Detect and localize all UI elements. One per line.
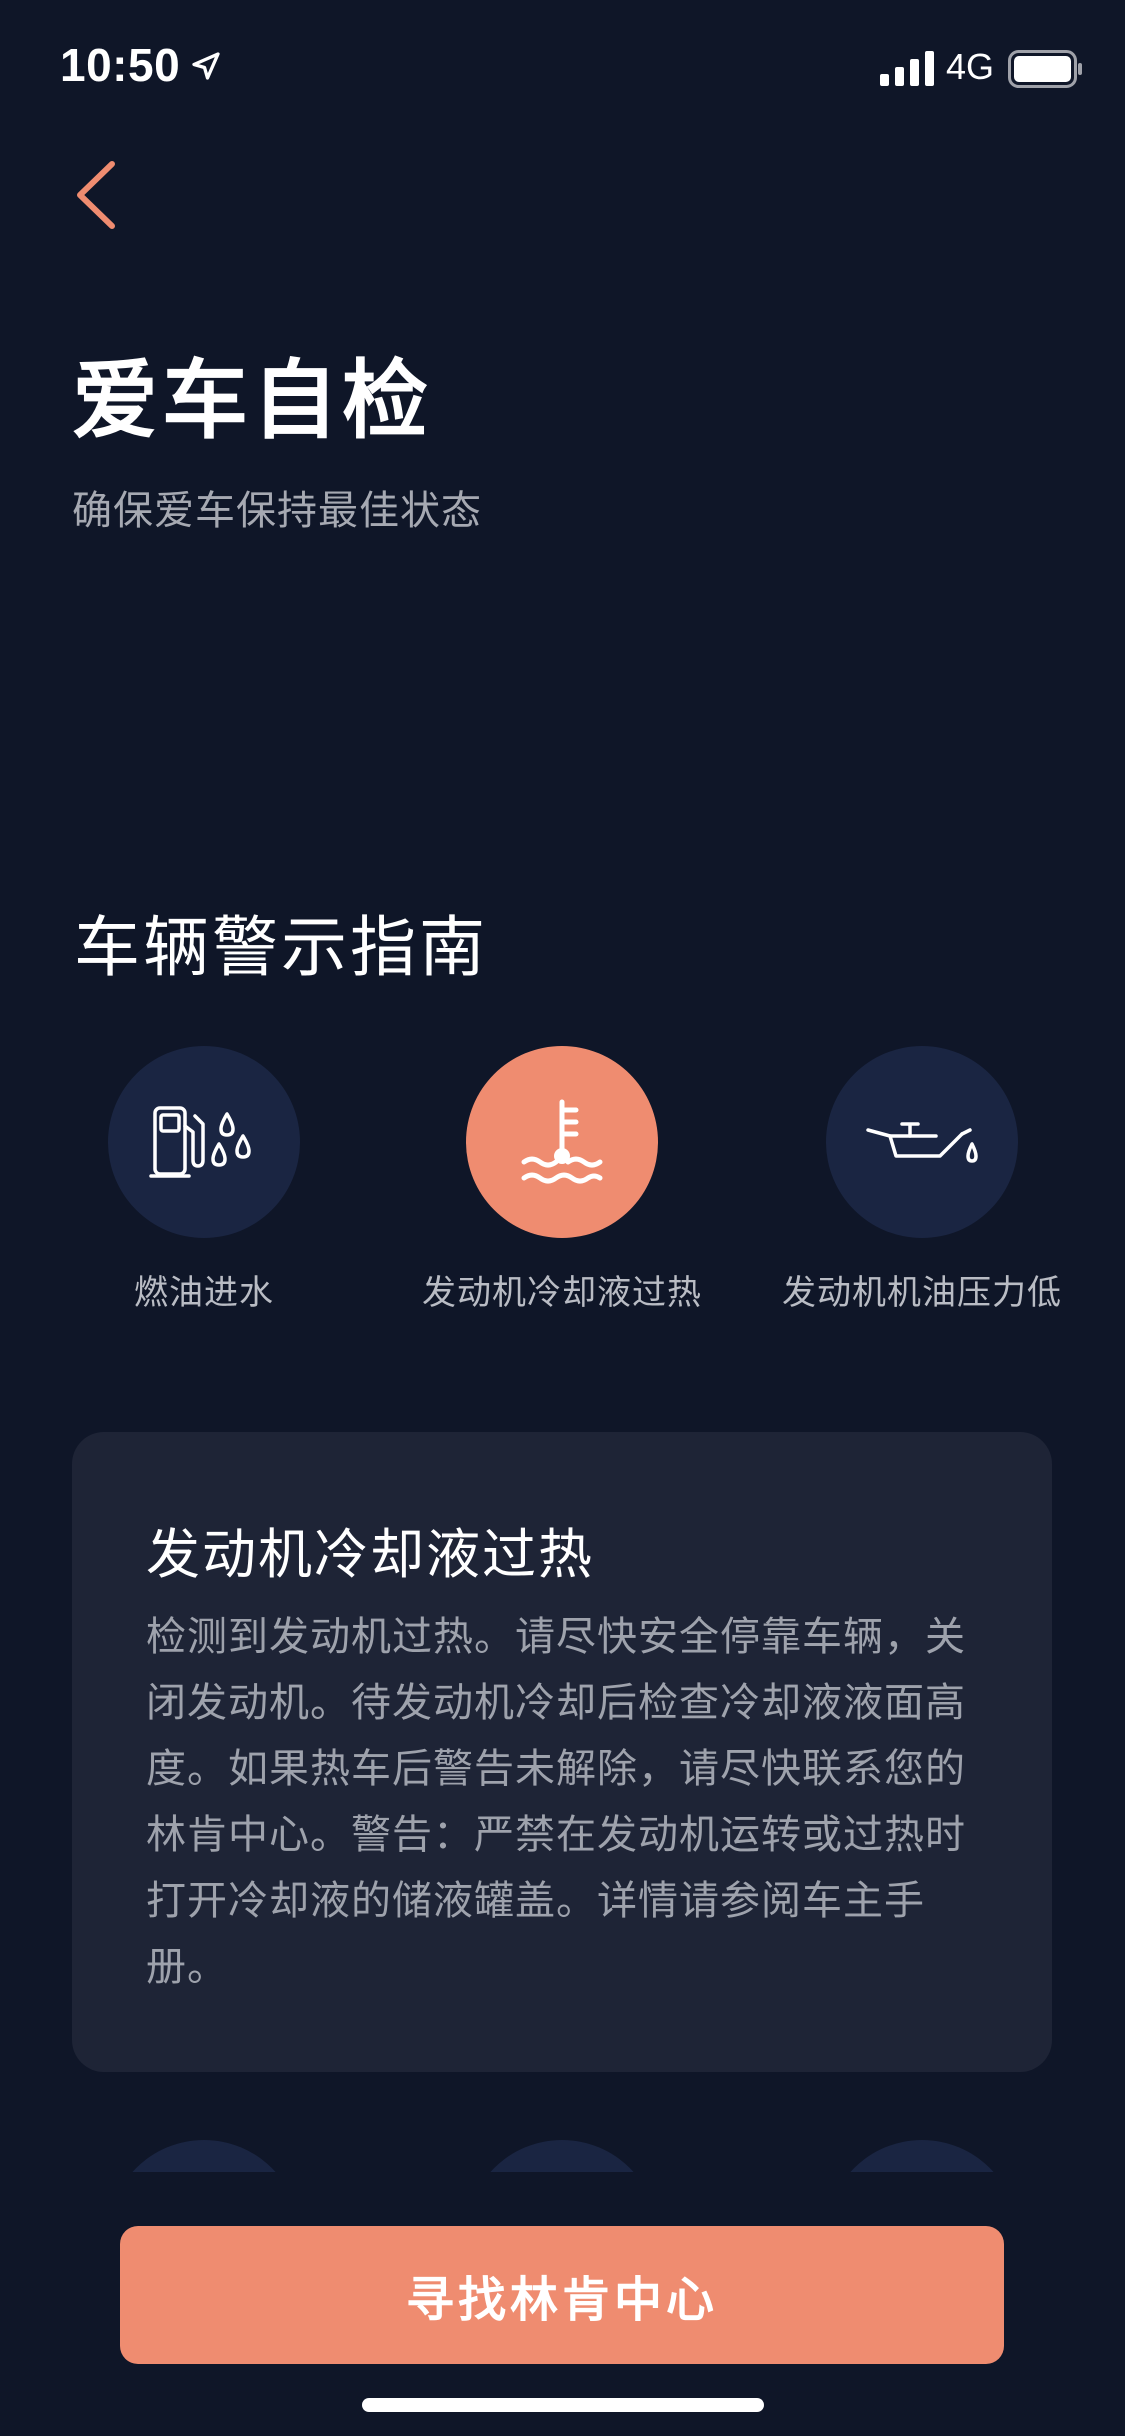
- back-button[interactable]: [50, 150, 140, 240]
- fuel-water-icon: [149, 1106, 251, 1178]
- page-title: 爱车自检: [72, 351, 432, 451]
- warning-item-fuel-water[interactable]: 燃油进水: [54, 1046, 354, 1318]
- network-label: 4G: [946, 46, 995, 87]
- section-title: 车辆警示指南: [74, 909, 488, 986]
- status-bar: 10:50 4G: [0, 0, 1125, 140]
- warning-item-oil-pressure[interactable]: 发动机机油压力低: [772, 1046, 1072, 1318]
- detail-body: 检测到发动机过热。请尽快安全停靠车辆，关闭发动机。待发动机冷却后检查冷却液液面高…: [146, 1614, 966, 1990]
- warning-icon-circle: [108, 1046, 300, 1238]
- oil-can-icon: [866, 1122, 978, 1163]
- warning-label: 发动机冷却液过热: [422, 1273, 702, 1313]
- page-subtitle: 确保爱车保持最佳状态: [72, 488, 482, 534]
- warning-icon-circle[interactable]: [826, 2140, 1018, 2172]
- find-dealer-button[interactable]: 寻找林肯中心: [120, 2226, 1004, 2364]
- location-arrow-icon: [192, 52, 220, 80]
- warning-icon-circle[interactable]: [466, 2140, 658, 2172]
- battery-icon: [1008, 50, 1082, 88]
- detail-card: 发动机冷却液过热 检测到发动机过热。请尽快安全停靠车辆，关闭发动机。待发动机冷却…: [72, 1432, 1052, 2072]
- warning-label: 发动机机油压力低: [782, 1273, 1062, 1313]
- warning-icon-circle-selected: [466, 1046, 658, 1238]
- warning-item-coolant-overheat[interactable]: 发动机冷却液过热: [412, 1046, 712, 1318]
- warning-list: 燃油进水 发动机冷却液过热 发动机机油压力低: [0, 1046, 1125, 1376]
- coolant-temperature-icon: [521, 1099, 603, 1184]
- chevron-left-icon: [77, 161, 115, 229]
- home-indicator[interactable]: [362, 2398, 764, 2412]
- warning-icon-circle[interactable]: [108, 2140, 300, 2172]
- detail-title: 发动机冷却液过热: [146, 1523, 594, 1586]
- warning-label: 燃油进水: [134, 1273, 274, 1313]
- signal-bars-icon: [880, 51, 934, 86]
- warning-icon-circle: [826, 1046, 1018, 1238]
- status-time: 10:50: [60, 39, 181, 91]
- warning-list-next-row: [0, 2140, 1125, 2172]
